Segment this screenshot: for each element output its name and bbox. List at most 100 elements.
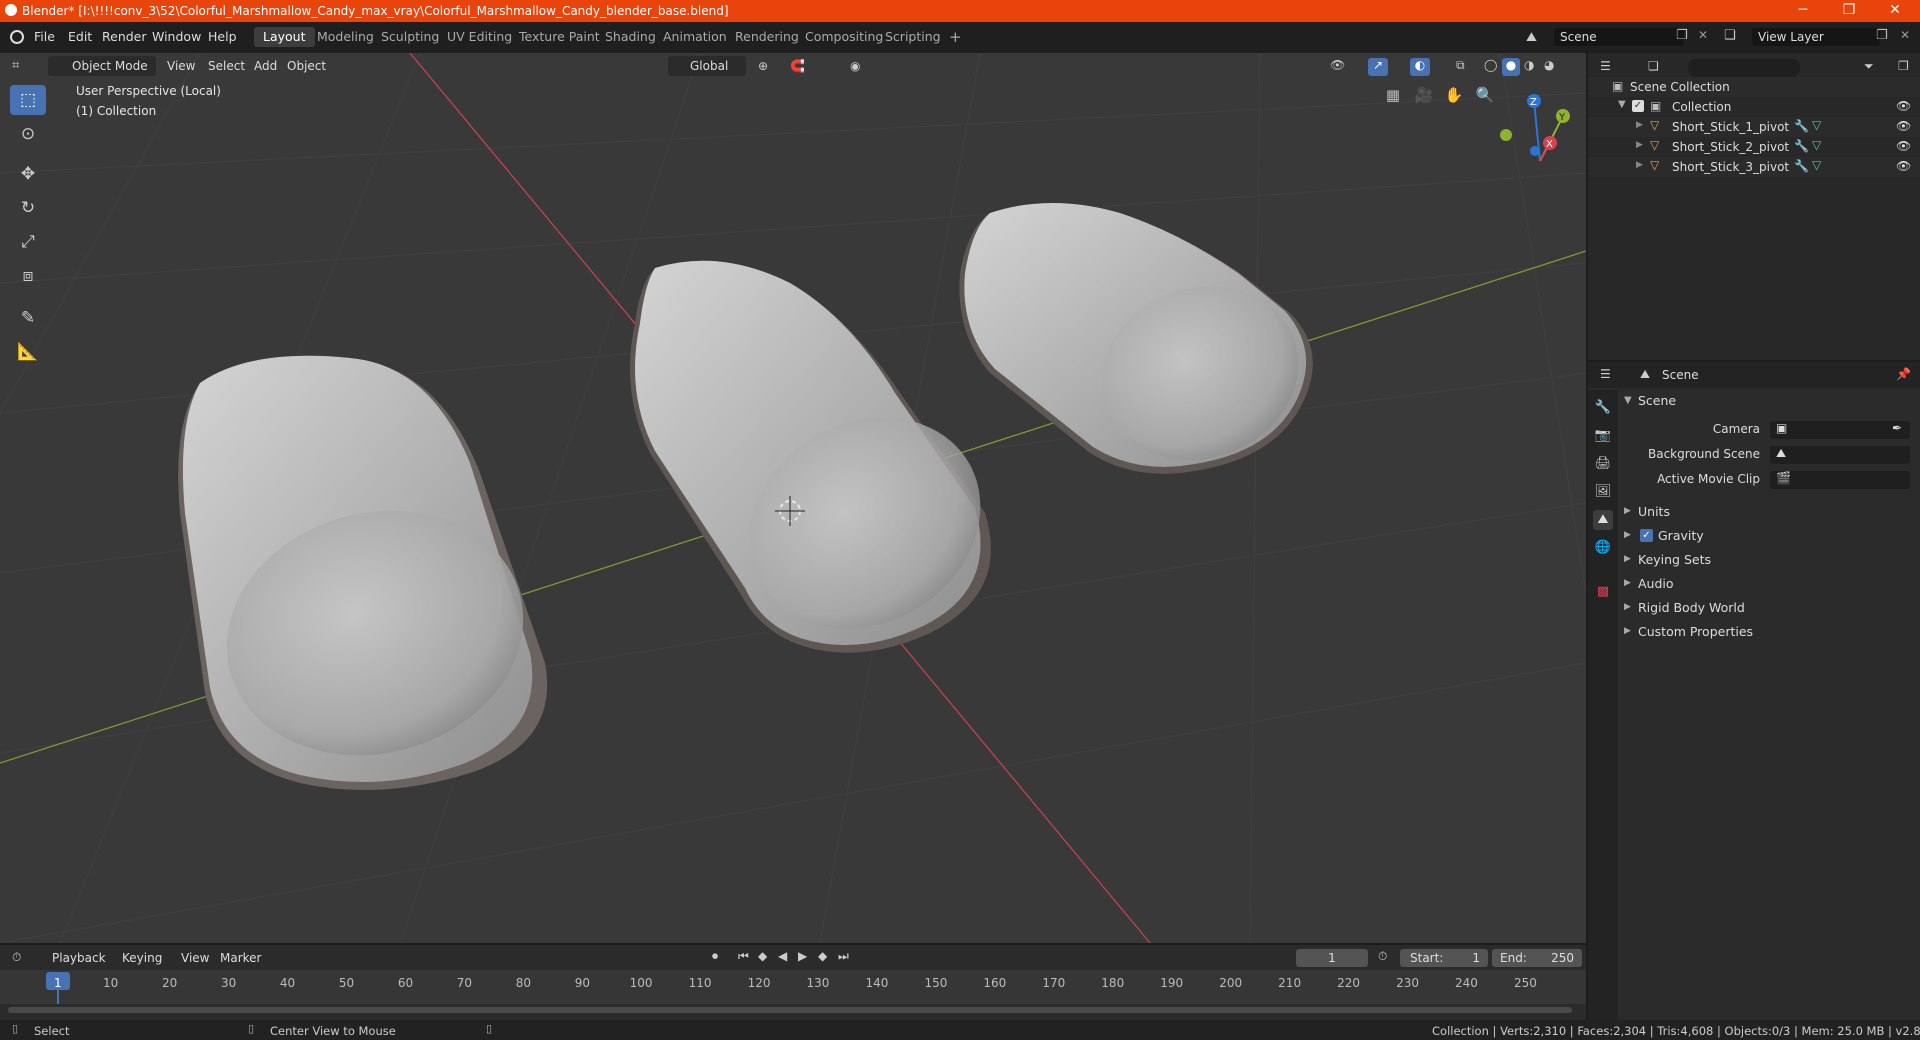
new-scene-icon[interactable]: ❐ — [1676, 28, 1688, 43]
transform-orientation-selector[interactable]: Global — [668, 56, 746, 76]
pin-icon[interactable]: 📌 — [1896, 367, 1911, 381]
blender-menu-icon[interactable] — [10, 30, 24, 44]
tab-texture-paint[interactable]: Texture Paint — [510, 27, 609, 47]
collection-checkbox[interactable]: ✓ — [1632, 100, 1644, 112]
delete-scene-icon[interactable]: ✕ — [1698, 28, 1708, 42]
cursor-tool-icon[interactable]: ⊙ — [10, 119, 46, 149]
view-layer-icon[interactable]: ❏ — [1724, 28, 1736, 43]
pivot-icon[interactable]: ⊕ — [758, 59, 768, 73]
outliner-row-object[interactable]: ▶ ▽ Short_Stick_2_pivot 🔧 ▽ 👁 — [1588, 137, 1920, 157]
snap-icon[interactable]: 🧲 — [790, 59, 805, 73]
minimize-button[interactable]: ─ — [1780, 0, 1826, 22]
outliner-row-object[interactable]: ▶ ▽ Short_Stick_1_pivot 🔧 ▽ 👁 — [1588, 117, 1920, 137]
current-frame-field[interactable]: 1 — [1296, 949, 1368, 967]
measure-tool-icon[interactable]: 📐 — [10, 337, 46, 367]
outliner-search-input[interactable] — [1688, 59, 1800, 77]
outliner-row-object[interactable]: ▶ ▽ Short_Stick_3_pivot 🔧 ▽ 👁 — [1588, 157, 1920, 177]
audio-arrow-icon[interactable]: ▶ — [1624, 578, 1631, 588]
editor-type-icon[interactable]: ⌗ — [12, 58, 19, 73]
marshmallow-object-3[interactable] — [959, 203, 1323, 487]
jump-start-button[interactable]: ⏮ — [738, 949, 749, 964]
units-arrow-icon[interactable]: ▶ — [1624, 506, 1631, 516]
next-keyframe-button[interactable]: ◆ — [818, 949, 827, 963]
timeline-menu-keying[interactable]: Keying — [122, 951, 162, 965]
viewport-menu-view[interactable]: View — [167, 59, 195, 73]
menu-file[interactable]: File — [34, 29, 55, 44]
properties-editor-icon[interactable]: ☰ — [1600, 367, 1611, 381]
viewport-menu-object[interactable]: Object — [287, 59, 326, 73]
camera-view-icon[interactable]: 🎥 — [1412, 83, 1436, 107]
scale-tool-icon[interactable]: ⤢ — [10, 227, 46, 257]
expand-arrow-icon[interactable]: ▶ — [1636, 160, 1643, 170]
active-movie-clip-field[interactable]: 🎬 — [1770, 471, 1910, 489]
preview-range-icon[interactable]: ⏱ — [1378, 949, 1387, 964]
tab-sculpting[interactable]: Sculpting — [372, 27, 448, 47]
mesh-data-icon[interactable]: ▽ — [1812, 138, 1821, 152]
filter-icon[interactable]: ⏷ — [1864, 59, 1874, 74]
custom-properties-arrow-icon[interactable]: ▶ — [1624, 626, 1631, 636]
toggle-grid-icon[interactable]: ▦ — [1381, 83, 1405, 107]
overlay-toggle-icon[interactable]: ◐ — [1410, 58, 1430, 76]
modifier-icon[interactable]: 🔧 — [1794, 139, 1809, 153]
rigid-body-world-arrow-icon[interactable]: ▶ — [1624, 602, 1631, 612]
gravity-checkbox[interactable]: ✓ — [1640, 529, 1653, 542]
menu-edit[interactable]: Edit — [68, 29, 92, 44]
scene-panel-arrow-icon[interactable]: ▼ — [1624, 395, 1632, 406]
timeline-menu-view[interactable]: View — [181, 951, 209, 965]
new-collection-icon[interactable]: ❐ — [1898, 59, 1909, 73]
record-button[interactable]: ⏺ — [712, 949, 718, 964]
material-shading-icon[interactable]: ◑ — [1524, 58, 1534, 72]
jump-end-button[interactable]: ⏭ — [838, 949, 849, 964]
texture-tab-icon[interactable]: ▩ — [1593, 582, 1613, 602]
pan-view-icon[interactable]: ✋ — [1442, 83, 1466, 107]
gravity-arrow-icon[interactable]: ▶ — [1624, 530, 1631, 540]
view-layer-selector[interactable]: View Layer — [1752, 28, 1880, 46]
scene-icon[interactable]: ⛰ — [1526, 30, 1537, 45]
eyedropper-icon[interactable]: ✒ — [1892, 421, 1902, 435]
select-box-tool-icon[interactable]: ⬚ — [10, 85, 46, 115]
modifier-icon[interactable]: 🔧 — [1794, 119, 1809, 133]
end-frame-field[interactable]: End: 250 — [1492, 949, 1582, 967]
eye-icon[interactable]: 👁 — [1896, 139, 1911, 153]
zoom-view-icon[interactable]: 🔍 — [1473, 83, 1497, 107]
eye-icon[interactable]: 👁 — [1896, 99, 1911, 113]
play-reverse-button[interactable]: ◀ — [778, 949, 787, 963]
timeline-editor-icon[interactable]: ⏱ — [12, 950, 21, 965]
menu-window[interactable]: Window — [152, 29, 201, 44]
timeline-scrollbar[interactable] — [8, 1007, 1572, 1013]
annotate-tool-icon[interactable]: ✎ — [10, 303, 46, 333]
visibility-icon[interactable]: 👁 — [1330, 58, 1345, 72]
scene-tab-icon[interactable]: ⛰ — [1593, 510, 1613, 530]
expand-arrow-icon[interactable]: ▶ — [1636, 120, 1643, 130]
start-frame-field[interactable]: Start: 1 — [1400, 949, 1488, 967]
tool-tab-icon[interactable]: 🔧 — [1593, 398, 1613, 418]
mesh-data-icon[interactable]: ▽ — [1812, 158, 1821, 172]
outliner-row-collection[interactable]: ▼ ✓ ▣ Collection 👁 — [1588, 97, 1920, 117]
rendered-shading-icon[interactable]: ◕ — [1544, 58, 1554, 72]
tab-animation[interactable]: Animation — [654, 27, 736, 47]
marshmallow-object-1[interactable] — [178, 355, 551, 791]
expand-arrow-icon[interactable]: ▼ — [1618, 99, 1626, 110]
3d-viewport[interactable]: Z Y X ⌗ Object Mode View Select Add Obje… — [0, 53, 1586, 943]
xray-toggle-icon[interactable]: ⧉ — [1456, 58, 1465, 73]
custom-properties-section[interactable]: Custom Properties — [1638, 624, 1753, 639]
modifier-icon[interactable]: 🔧 — [1794, 159, 1809, 173]
background-scene-field[interactable]: ⛰ — [1770, 446, 1910, 464]
new-view-layer-icon[interactable]: ❐ — [1876, 28, 1888, 43]
output-tab-icon[interactable]: 🖨 — [1593, 454, 1613, 474]
tab-uv-editing[interactable]: UV Editing — [438, 27, 521, 47]
menu-help[interactable]: Help — [208, 29, 237, 44]
audio-section[interactable]: Audio — [1638, 576, 1674, 591]
eye-icon[interactable]: 👁 — [1896, 159, 1911, 173]
mode-selector[interactable]: Object Mode — [48, 56, 156, 76]
menu-render[interactable]: Render — [102, 29, 147, 44]
expand-arrow-icon[interactable]: ▶ — [1636, 140, 1643, 150]
tab-layout[interactable]: Layout — [254, 27, 315, 47]
world-tab-icon[interactable]: 🌐 — [1593, 538, 1613, 558]
mesh-data-icon[interactable]: ▽ — [1812, 118, 1821, 132]
eye-icon[interactable]: 👁 — [1896, 119, 1911, 133]
gravity-section[interactable]: Gravity — [1658, 528, 1704, 543]
viewport-menu-select[interactable]: Select — [208, 59, 245, 73]
close-button[interactable]: ✕ — [1872, 0, 1918, 22]
timeline-menu-marker[interactable]: Marker — [220, 951, 261, 965]
